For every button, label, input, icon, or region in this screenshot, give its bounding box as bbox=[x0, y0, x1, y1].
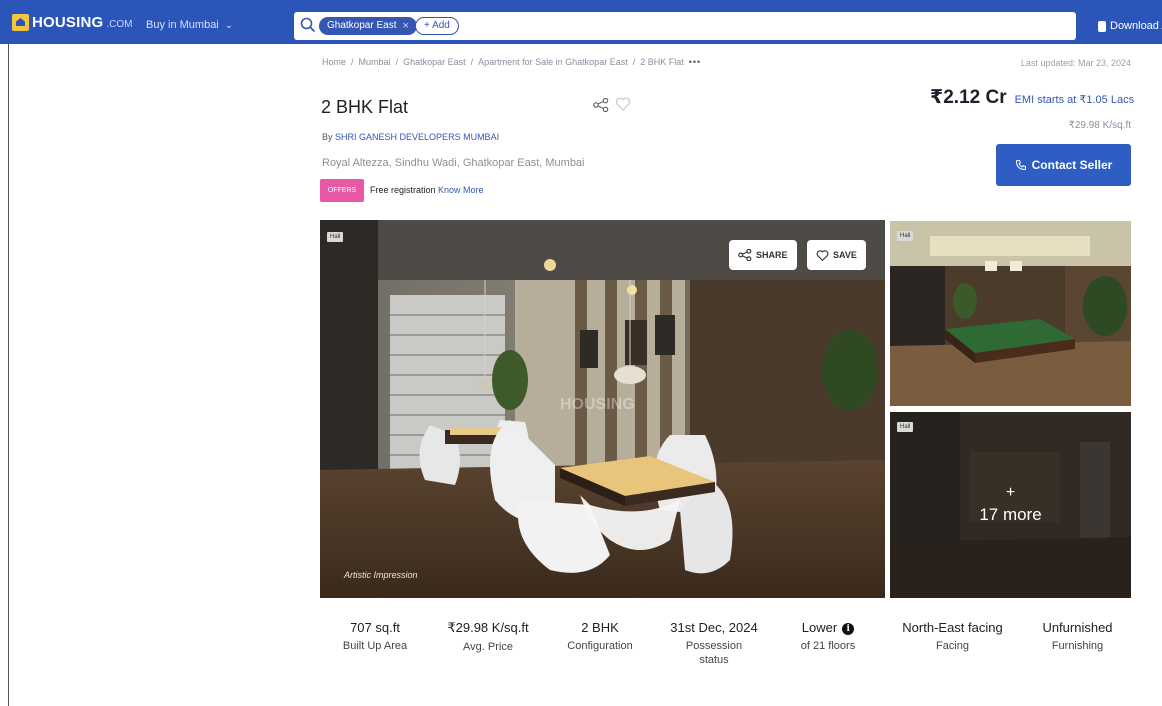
stat-label: Configuration bbox=[567, 640, 633, 652]
stat-value: Lower bbox=[801, 620, 838, 635]
download-label: Download A bbox=[1110, 20, 1162, 32]
breadcrumb-city[interactable]: Mumbai bbox=[359, 57, 391, 67]
stat-configuration: 2 BHK Configuration bbox=[560, 620, 640, 653]
info-icon[interactable]: i bbox=[842, 623, 855, 635]
stat-value-wrap: Lower i bbox=[783, 620, 873, 635]
know-more-link[interactable]: Know More bbox=[438, 185, 484, 195]
heart-icon bbox=[816, 249, 829, 261]
offer-line: Free registration Know More bbox=[370, 185, 484, 195]
logo-suffix: .COM bbox=[106, 19, 133, 30]
offers-badge: OFFERS bbox=[320, 179, 364, 202]
search-chip-label: Ghatkopar East bbox=[327, 20, 397, 31]
close-icon[interactable]: × bbox=[402, 17, 408, 35]
price-block: ₹2.12 Cr EMI starts at ₹1.05 Lacs bbox=[930, 86, 1134, 109]
phone-icon bbox=[1098, 20, 1106, 32]
emi-link[interactable]: EMI starts at ₹1.05 Lacs bbox=[1015, 93, 1135, 106]
stat-floor: Lower i of 21 floors bbox=[783, 620, 873, 653]
breadcrumb-more-button[interactable]: ••• bbox=[689, 57, 701, 67]
breadcrumb-category[interactable]: Apartment for Sale in Ghatkopar East bbox=[478, 57, 628, 67]
price: ₹2.12 Cr bbox=[930, 87, 1007, 108]
logo-text: HOUSING bbox=[32, 14, 104, 31]
breadcrumb-current: 2 BHK Flat bbox=[640, 57, 684, 67]
contact-seller-button[interactable]: Contact Seller bbox=[996, 144, 1131, 186]
share-label: SHARE bbox=[756, 250, 788, 260]
save-button[interactable]: SAVE bbox=[807, 240, 866, 270]
breadcrumb-home[interactable]: Home bbox=[322, 57, 346, 67]
house-logo-icon bbox=[12, 14, 29, 31]
share-icon bbox=[738, 249, 752, 261]
stat-built-up-area: 707 sq.ft Built Up Area bbox=[325, 620, 425, 653]
save-label: SAVE bbox=[833, 250, 857, 260]
property-address: Royal Altezza, Sindhu Wadi, Ghatkopar Ea… bbox=[322, 157, 585, 169]
stat-avg-price: ₹29.98 K/sq.ft Avg. Price bbox=[438, 620, 538, 654]
breadcrumb: Home / Mumbai / Ghatkopar East / Apartment … bbox=[322, 57, 702, 67]
phone-call-icon bbox=[1015, 160, 1026, 171]
last-updated: Last updated: Mar 23, 2024 bbox=[1020, 58, 1131, 68]
stat-value: 707 sq.ft bbox=[350, 620, 400, 635]
chevron-down-icon: ⌄ bbox=[224, 19, 234, 31]
price-per-sqft: ₹29.98 K/sq.ft bbox=[1068, 120, 1131, 131]
stat-label: of 21 floors bbox=[800, 640, 856, 652]
stat-label: Avg. Price bbox=[463, 641, 513, 653]
stat-label: Possession status bbox=[685, 640, 743, 666]
stat-value: North-East facing bbox=[902, 620, 1003, 635]
share-button[interactable]: SHARE bbox=[729, 240, 797, 270]
contact-seller-label: Contact Seller bbox=[1031, 158, 1113, 172]
city-select[interactable]: Buy in Mumbai ⌄ bbox=[146, 19, 233, 31]
plus-icon: + bbox=[1005, 484, 1016, 501]
page-left-border bbox=[8, 44, 9, 706]
search-chip[interactable]: Ghatkopar East × bbox=[319, 17, 417, 35]
breadcrumb-locality[interactable]: Ghatkopar East bbox=[403, 57, 466, 67]
top-nav: HOUSING .COM Buy in Mumbai ⌄ Ghatkopar E… bbox=[0, 0, 1162, 44]
download-app-button[interactable]: Download A bbox=[1098, 20, 1162, 32]
add-location-button[interactable]: + Add bbox=[415, 17, 459, 35]
heart-icon[interactable] bbox=[615, 96, 631, 112]
developer-prefix: By bbox=[322, 132, 333, 142]
offer-text: Free registration bbox=[370, 185, 436, 195]
stat-value: 31st Dec, 2024 bbox=[670, 620, 758, 635]
photo-tag: Hall bbox=[327, 232, 344, 242]
developer-line: By SHRI GANESH DEVELOPERS MUMBAI bbox=[322, 132, 499, 142]
stat-possession: 31st Dec, 2024 Possession status bbox=[664, 620, 764, 667]
main-photo[interactable]: Hall SHARE SAVE HOUSING Artistic Impress… bbox=[320, 220, 885, 598]
search-icon bbox=[300, 17, 316, 33]
more-photos-tile[interactable]: Hall + 17 more bbox=[890, 412, 1131, 598]
photo-tag: Hall bbox=[897, 231, 914, 241]
share-icon[interactable] bbox=[593, 98, 609, 112]
pool-table-image bbox=[890, 221, 1131, 406]
side-photo[interactable]: Hall bbox=[890, 221, 1131, 406]
stat-furnishing: Unfurnished Furnishing bbox=[1030, 620, 1125, 653]
search-bar[interactable]: Ghatkopar East × + Add bbox=[294, 12, 1076, 40]
stat-value: Unfurnished bbox=[1042, 620, 1113, 635]
artistic-impression-label: Artistic Impression bbox=[344, 570, 418, 580]
page-title: 2 BHK Flat bbox=[321, 97, 409, 117]
more-photos-overlay: + 17 more bbox=[890, 412, 1131, 598]
stat-label: Furnishing bbox=[1051, 640, 1104, 652]
city-select-label: Buy in Mumbai bbox=[146, 19, 219, 31]
developer-link[interactable]: SHRI GANESH DEVELOPERS MUMBAI bbox=[335, 132, 499, 142]
more-photos-count: 17 more bbox=[979, 505, 1042, 524]
stat-label: Facing bbox=[935, 640, 970, 652]
stat-facing: North-East facing Facing bbox=[890, 620, 1015, 653]
stat-label: Built Up Area bbox=[342, 640, 408, 652]
stat-value: 2 BHK bbox=[581, 620, 619, 635]
stat-value: ₹29.98 K/sq.ft bbox=[447, 620, 529, 635]
housing-watermark: HOUSING bbox=[560, 396, 635, 413]
housing-logo[interactable]: HOUSING .COM bbox=[12, 14, 133, 31]
